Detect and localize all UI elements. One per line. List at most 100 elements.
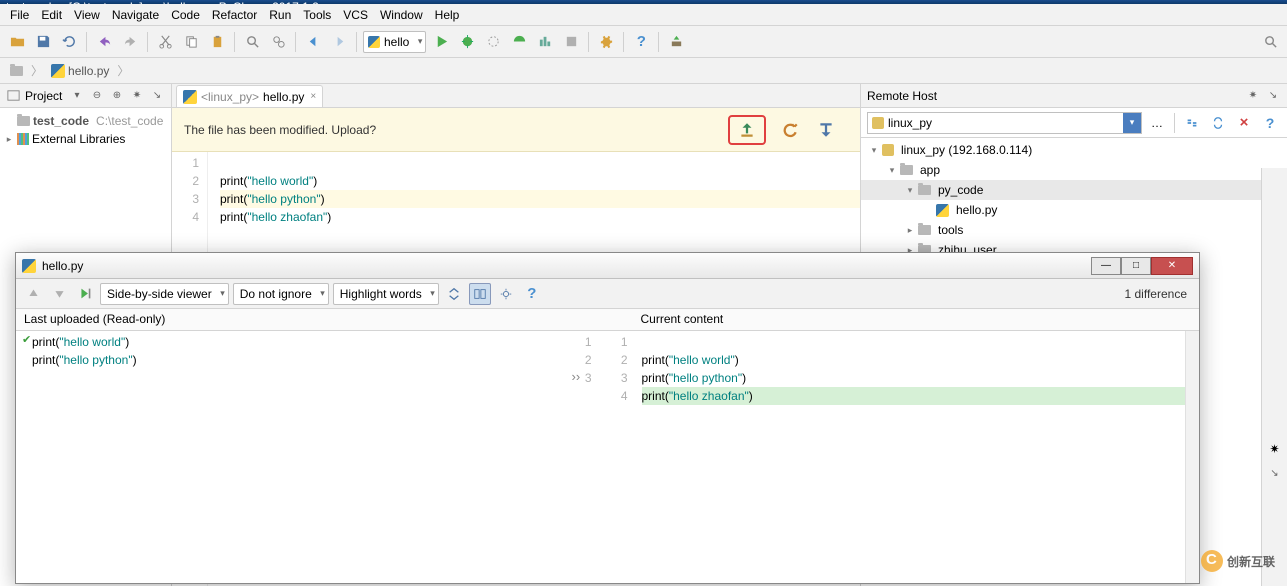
prev-diff-button[interactable] [22,283,44,305]
jump-to-source-button[interactable] [74,283,96,305]
breadcrumb-root[interactable] [6,64,27,78]
diff-toolbar: Side-by-side viewer Do not ignore Highli… [16,279,1199,309]
menu-navigate[interactable]: Navigate [106,6,165,24]
project-tree[interactable]: test_code C:\test_code ▸ External Librar… [0,108,171,152]
external-libraries[interactable]: ▸ External Libraries [0,130,171,148]
breadcrumb-file[interactable]: hello.py [47,62,113,80]
chevron-down-icon[interactable]: ▾ [1123,113,1141,133]
copy-button[interactable] [180,31,202,53]
menu-file[interactable]: File [4,6,35,24]
profile-button[interactable] [508,31,530,53]
open-button[interactable] [6,31,28,53]
menu-edit[interactable]: Edit [35,6,68,24]
separator [295,32,296,52]
refresh-button[interactable] [58,31,80,53]
coverage-button[interactable] [482,31,504,53]
ignore-mode-dropdown[interactable]: Do not ignore [233,283,329,305]
forward-button[interactable] [328,31,350,53]
run-button[interactable] [430,31,452,53]
menu-tools[interactable]: Tools [297,6,337,24]
help-button[interactable]: ? [630,31,652,53]
diff-dialog-titlebar[interactable]: hello.py — □ ✕ [16,253,1199,279]
settings-icon[interactable]: ✷ [1245,88,1261,104]
separator [86,32,87,52]
run-config-dropdown[interactable]: hello [363,31,426,53]
collapse-unchanged-button[interactable] [443,283,465,305]
editor-tab[interactable]: <linux_py> hello.py × [176,85,323,107]
menu-refactor[interactable]: Refactor [206,6,263,24]
next-diff-button[interactable] [48,283,70,305]
cut-button[interactable] [154,31,176,53]
settings-icon[interactable]: ✷ [129,88,145,104]
save-button[interactable] [32,31,54,53]
remote-tree-row[interactable]: ▸tools [861,220,1287,240]
help-button[interactable]: ? [521,283,543,305]
merge-button[interactable] [814,118,838,142]
menu-code[interactable]: Code [165,6,206,24]
highlight-mode-label: Highlight words [340,287,422,301]
viewer-mode-dropdown[interactable]: Side-by-side viewer [100,283,229,305]
diff-settings-button[interactable] [495,283,517,305]
ignore-mode-label: Do not ignore [240,287,312,301]
upload-button[interactable] [728,115,766,145]
expand-arrow-icon[interactable]: ▸ [4,134,14,145]
menu-window[interactable]: Window [374,6,429,24]
hide-button[interactable]: ↘ [1270,468,1278,479]
find-button[interactable] [241,31,263,53]
maximize-button[interactable]: □ [1121,257,1151,275]
remote-tree-row[interactable]: ▾app [861,160,1287,180]
remote-tree-row[interactable]: ▾linux_py (192.168.0.114) [861,140,1287,160]
menu-run[interactable]: Run [263,6,297,24]
stop-button[interactable] [560,31,582,53]
hide-button[interactable]: ↘ [1265,88,1281,104]
undo-button[interactable] [93,31,115,53]
deployment-button[interactable] [665,31,687,53]
revert-button[interactable] [778,118,802,142]
insert-marker-icon[interactable]: ›› [572,369,581,384]
sync-scroll-button[interactable] [469,283,491,305]
menu-view[interactable]: View [68,6,106,24]
right-pane-header: Current content [633,309,1184,330]
scroll-from-source-button[interactable]: ⊕ [109,88,125,104]
help-button[interactable]: ? [1259,112,1281,134]
tree-root-label: test_code [33,114,89,128]
diff-button[interactable] [1181,112,1203,134]
remote-host-header: Remote Host ✷ ↘ [861,84,1287,108]
hide-button[interactable]: ↘ [149,88,165,104]
separator [658,32,659,52]
close-tab-button[interactable]: × [310,91,316,102]
debug-button[interactable] [456,31,478,53]
python-icon [368,36,380,48]
remote-tree-row[interactable]: ▾py_code [861,180,1287,200]
minimize-button[interactable]: — [1091,257,1121,275]
chevron-right-icon: 〉 [117,62,129,79]
diff-right-pane[interactable]: print("hello world")print("hello python"… [634,331,1186,583]
gear-icon[interactable]: ✷ [1264,438,1286,460]
settings-button[interactable] [595,31,617,53]
concurrency-button[interactable] [534,31,556,53]
delete-button[interactable]: × [1233,112,1255,134]
menu-vcs[interactable]: VCS [337,6,374,24]
diff-left-pane[interactable]: ✔ print("hello world")print("hello pytho… [16,331,568,583]
redo-button[interactable] [119,31,141,53]
readonly-check-icon: ✔ [22,333,31,346]
diff-scrollbar[interactable] [1185,331,1199,583]
collapse-button[interactable]: ⊖ [89,88,105,104]
paste-button[interactable] [206,31,228,53]
highlight-mode-dropdown[interactable]: Highlight words [333,283,439,305]
python-icon [183,90,197,104]
view-mode-dropdown[interactable]: ▾ [69,88,85,104]
remote-tree-row[interactable]: hello.py [861,200,1287,220]
search-everywhere-button[interactable] [1259,31,1281,53]
back-button[interactable] [302,31,324,53]
tree-root[interactable]: test_code C:\test_code [0,112,171,130]
menu-help[interactable]: Help [429,6,466,24]
sync-button[interactable] [1207,112,1229,134]
close-button[interactable]: ✕ [1151,257,1193,275]
left-pane-header: Last uploaded (Read-only) [16,309,567,330]
separator [356,32,357,52]
replace-button[interactable] [267,31,289,53]
remote-server-dropdown[interactable]: linux_py ▾ [867,112,1142,134]
browse-button[interactable]: … [1146,112,1168,134]
line-number: 2 [172,172,199,190]
